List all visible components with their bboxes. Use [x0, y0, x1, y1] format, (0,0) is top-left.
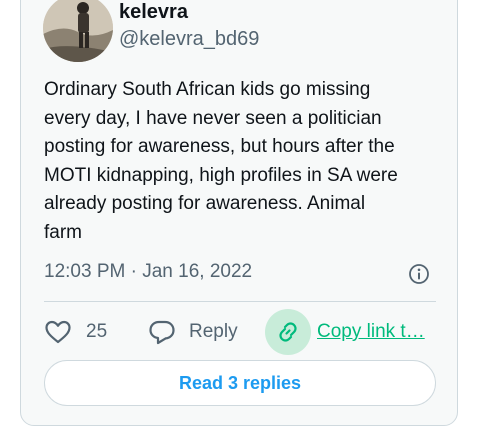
read-replies-button[interactable]: Read 3 replies — [44, 360, 436, 406]
reply-label: Reply — [189, 321, 238, 342]
like-count: 25 — [86, 321, 108, 342]
link-icon — [265, 309, 311, 355]
reply-icon — [148, 319, 176, 345]
info-icon[interactable] — [408, 263, 430, 285]
like-button[interactable]: 25 — [44, 312, 107, 352]
author-name[interactable]: kelevra — [119, 1, 188, 24]
reply-button[interactable]: Reply — [148, 312, 238, 352]
divider — [44, 301, 436, 302]
tweet-text: Ordinary South African kids go missing e… — [44, 79, 398, 243]
copy-link-button[interactable]: Copy link t… — [265, 309, 425, 355]
heart-icon — [44, 319, 72, 345]
author-handle[interactable]: @kelevra_bd69 — [119, 28, 259, 51]
copy-link-label: Copy link t… — [317, 321, 425, 342]
tweet-timestamp[interactable]: 12:03 PM · Jan 16, 2022 — [44, 261, 252, 283]
